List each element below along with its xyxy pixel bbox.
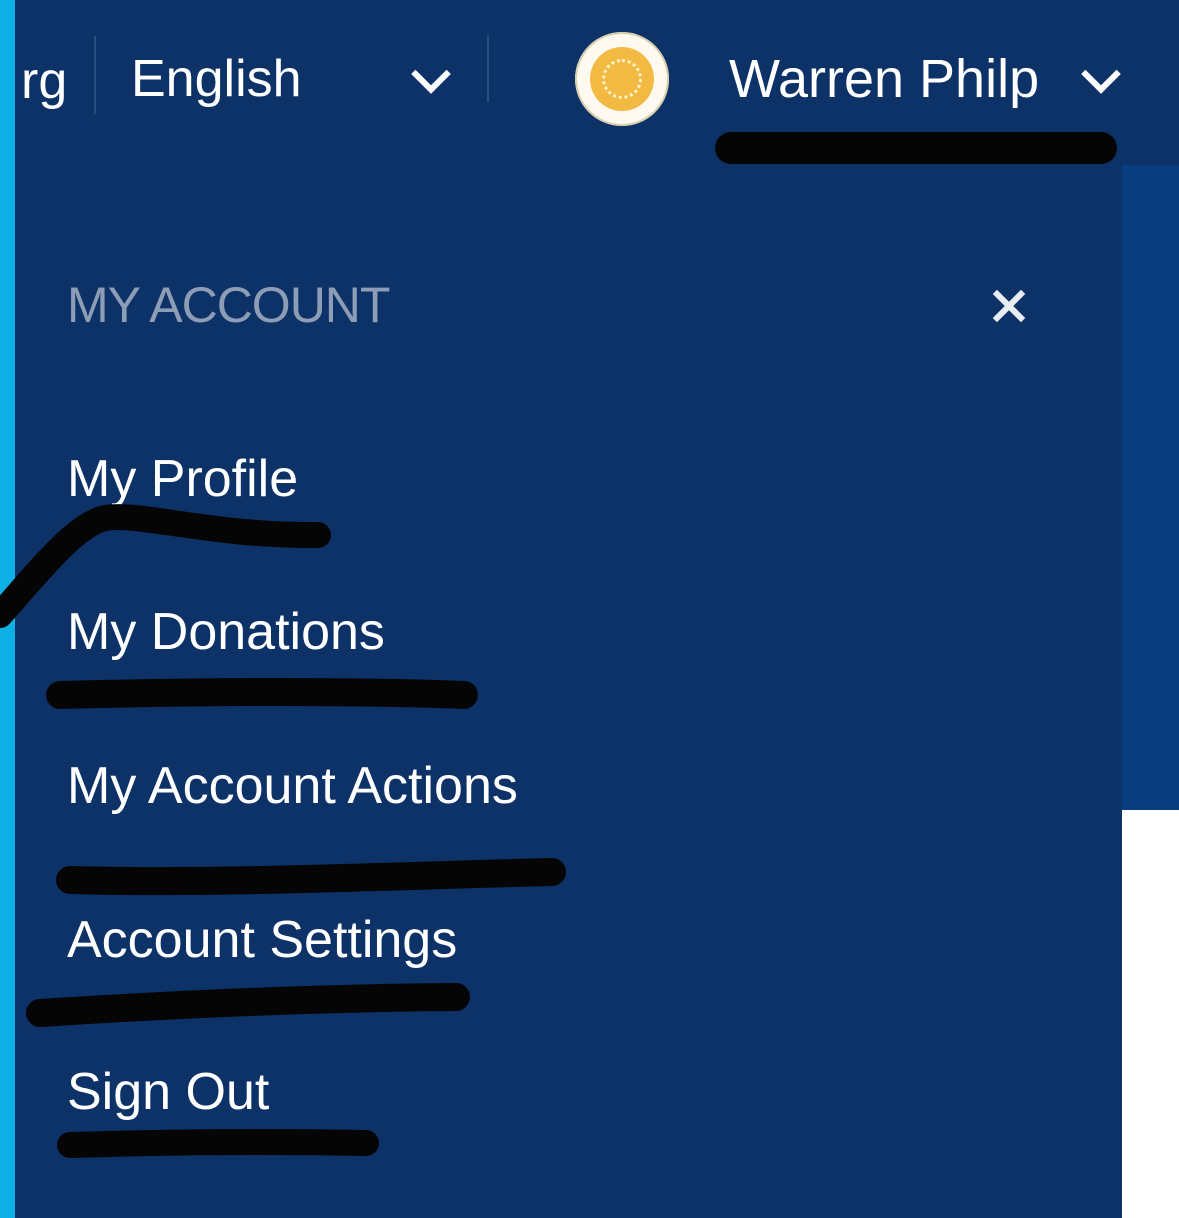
user-menu-button[interactable]: Warren Philp (729, 44, 1039, 114)
menu-item-my-account-actions[interactable]: My Account Actions (67, 752, 518, 820)
left-edge-strip (0, 0, 15, 1218)
menu-item-sign-out[interactable]: Sign Out (67, 1058, 269, 1126)
close-icon[interactable] (985, 283, 1031, 329)
page-background-accent (1122, 165, 1179, 810)
top-navigation-bar: rg English Warren Philp (15, 0, 1179, 165)
menu-item-my-donations[interactable]: My Donations (67, 598, 385, 666)
language-selector[interactable]: English (131, 44, 302, 114)
menu-item-my-profile[interactable]: My Profile (67, 445, 298, 513)
account-dropdown-panel: MY ACCOUNT My Profile My Donations My Ac… (15, 165, 1122, 1218)
nav-divider (487, 36, 489, 102)
user-avatar-icon[interactable] (575, 32, 669, 126)
menu-item-account-settings[interactable]: Account Settings (67, 906, 457, 974)
page-background-white (1122, 810, 1179, 1218)
nav-divider (94, 36, 96, 114)
account-menu-title: MY ACCOUNT (67, 277, 390, 333)
avatar-badge (590, 47, 654, 111)
redaction-mark (715, 132, 1117, 164)
user-chevron-down-icon[interactable] (1081, 54, 1121, 94)
truncated-nav-link[interactable]: rg (21, 46, 67, 116)
language-chevron-down-icon[interactable] (411, 54, 451, 94)
